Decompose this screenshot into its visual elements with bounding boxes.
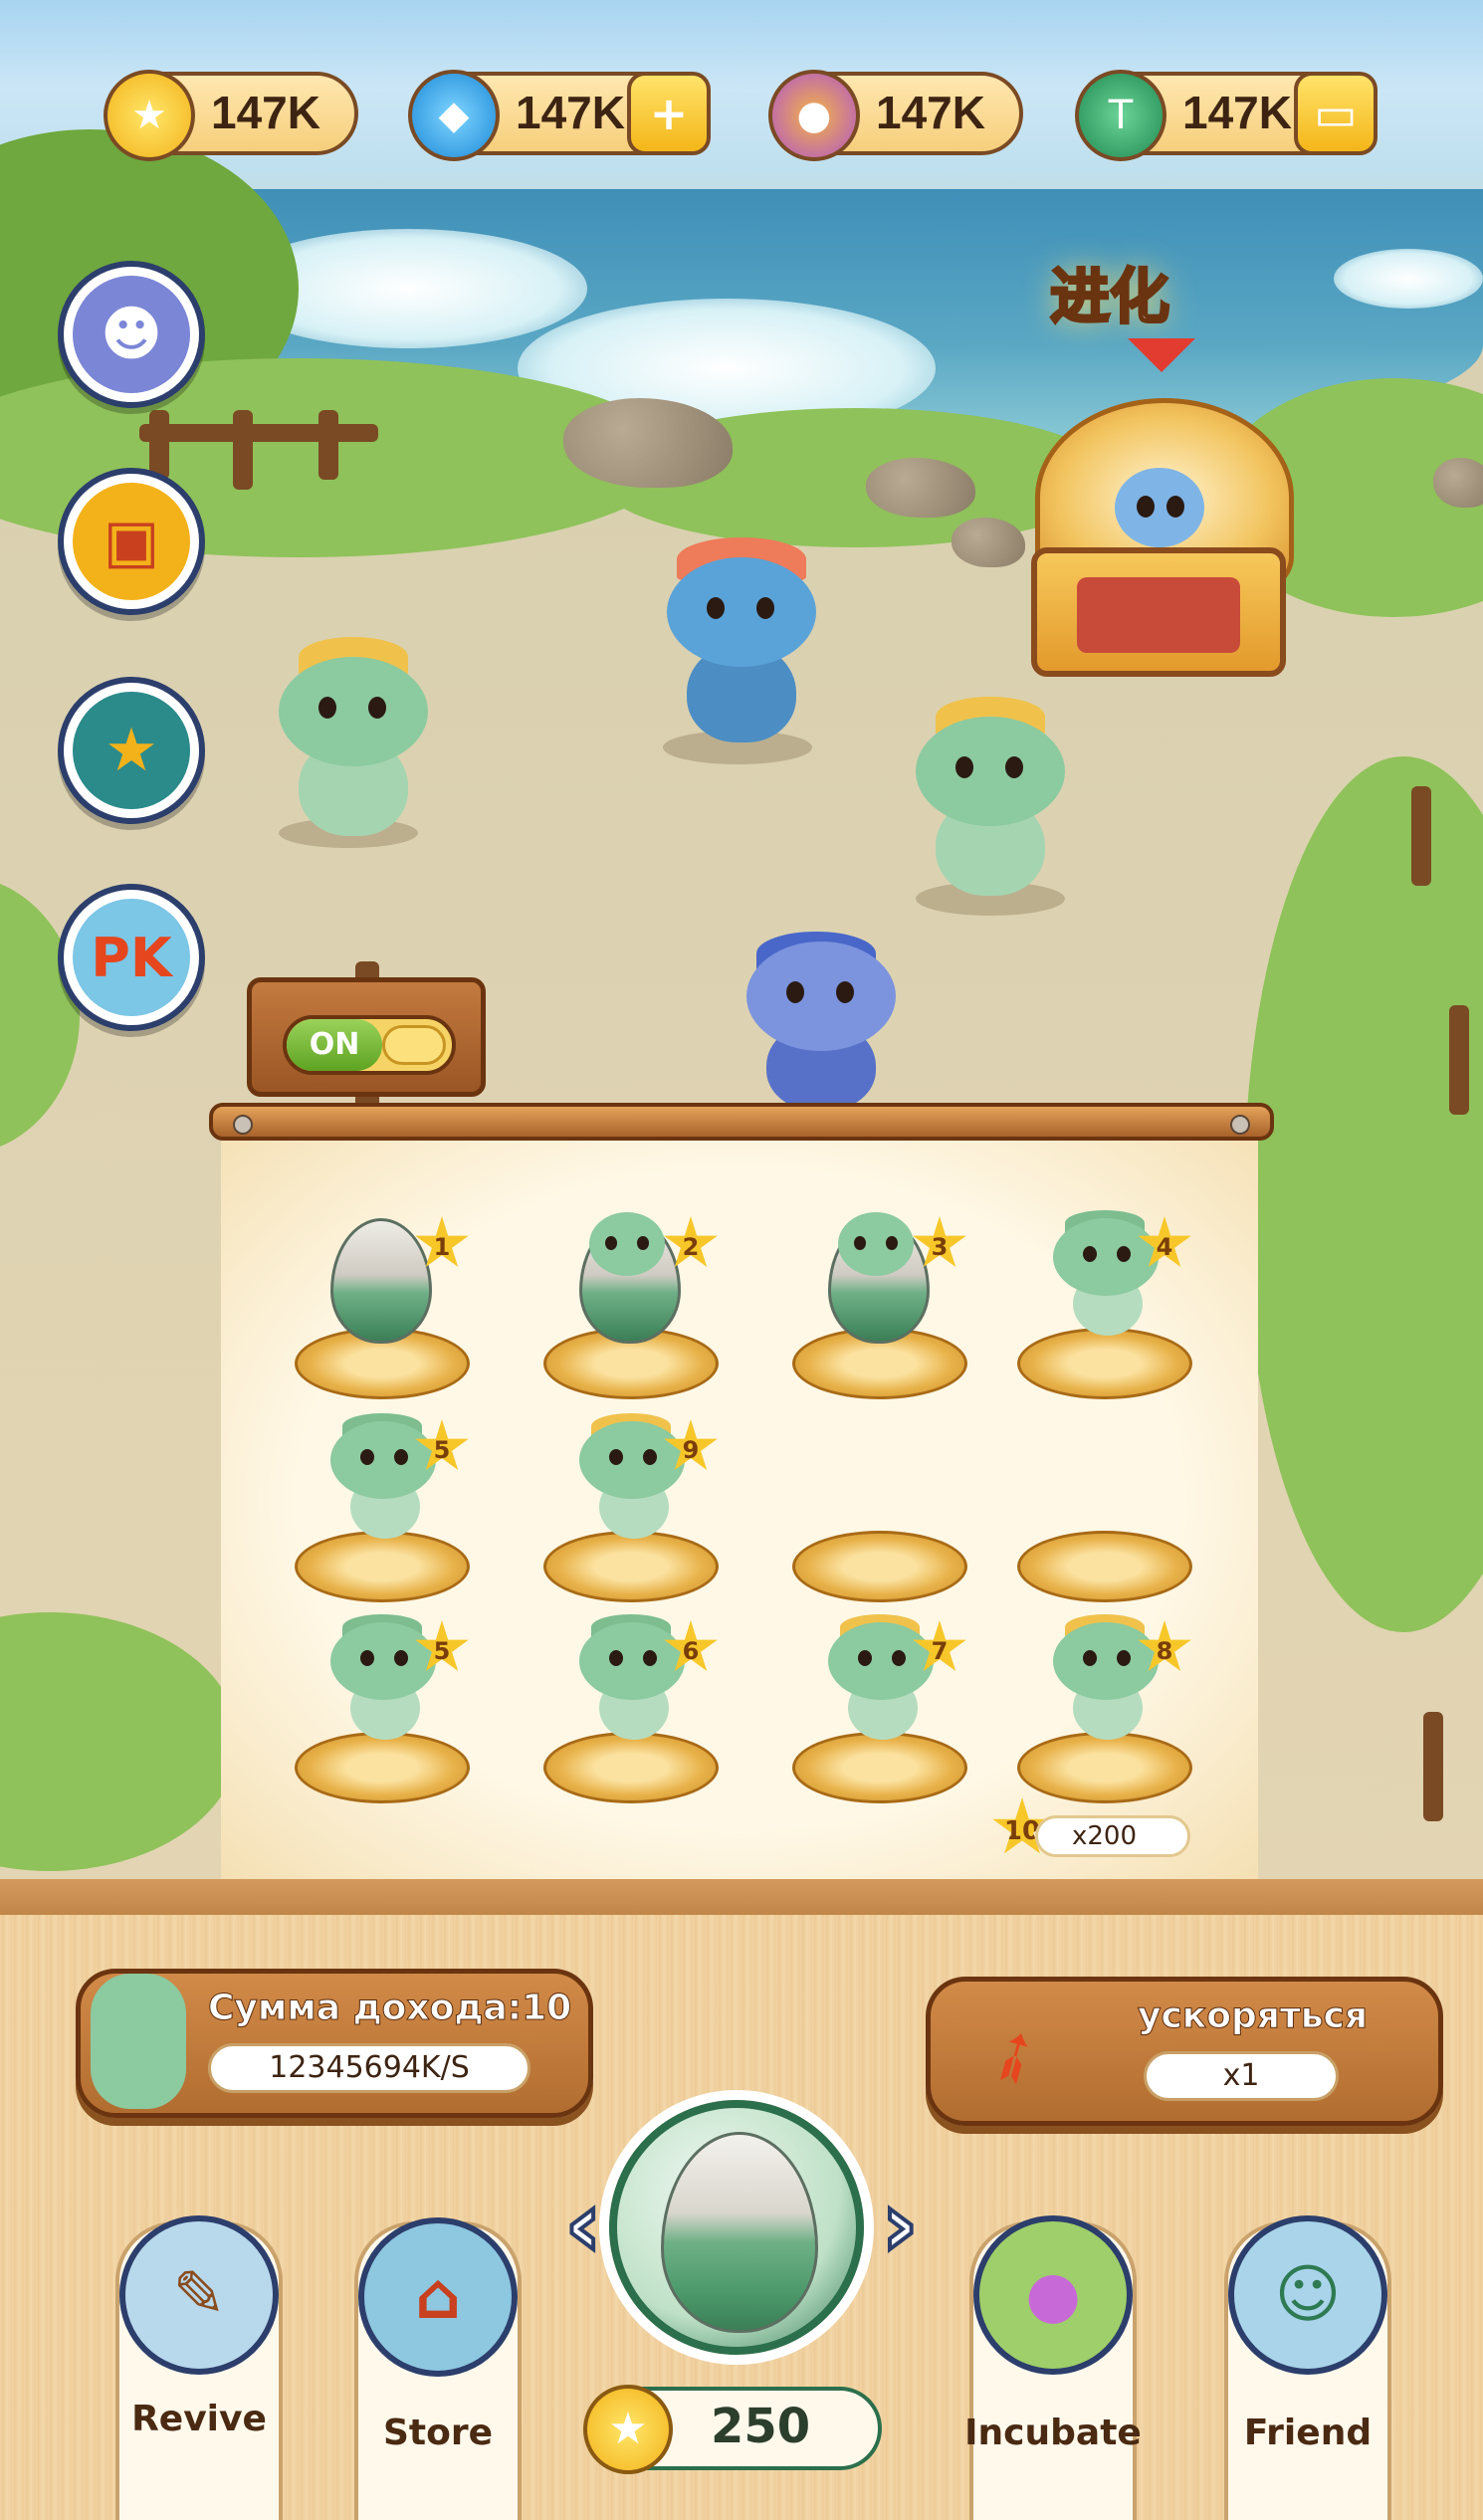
grass-patch <box>0 1612 239 1871</box>
grass-patch <box>1244 756 1483 1632</box>
hatch-price-value: 250 <box>711 2399 811 2454</box>
pk-button[interactable]: PK <box>58 884 205 1031</box>
prev-egg-button[interactable]: ‹ <box>553 2179 613 2272</box>
speed-title: ускоряться <box>1138 1995 1369 2037</box>
evolve-chest[interactable] <box>1031 547 1286 677</box>
nav-store-label: Store <box>382 2413 494 2453</box>
gold-coin-icon: ★ <box>583 2385 673 2474</box>
gold-coin-icon: ★ <box>104 70 195 161</box>
nav-revive-label: Revive <box>131 2399 267 2439</box>
nest-slot[interactable] <box>543 1732 719 1803</box>
book-icon: ▣ <box>73 483 190 600</box>
empty-nest-slot[interactable] <box>792 1531 967 1602</box>
evolve-arrow-icon <box>1128 338 1195 372</box>
nest-slot[interactable] <box>295 1732 470 1803</box>
book-button[interactable]: ▣ <box>58 468 205 615</box>
nest-slot[interactable] <box>792 1732 967 1803</box>
tether-counter: T 147K ▭ <box>1075 70 1377 161</box>
nest-slot[interactable] <box>543 1531 719 1602</box>
dragon-coin-value: 147K <box>876 87 985 138</box>
shop-icon: ⌂ <box>358 2217 518 2377</box>
auto-merge-toggle[interactable]: ON <box>283 1015 456 1075</box>
merge-counter: x200 <box>1035 1815 1190 1857</box>
fence-rail <box>139 424 378 442</box>
hatch-price[interactable]: ★ 250 <box>583 2385 882 2474</box>
tether-icon: T <box>1075 70 1166 161</box>
pk-icon: PK <box>73 899 190 1016</box>
nest-slot[interactable] <box>295 1531 470 1602</box>
nest-slot[interactable] <box>1017 1732 1192 1803</box>
nav-incubate-label: Incubate <box>964 2413 1142 2453</box>
fence-post <box>1411 786 1431 886</box>
hatch-egg-button[interactable] <box>609 2100 864 2355</box>
egg-icon <box>661 2132 818 2333</box>
dragon-face-icon: ☻ <box>73 276 190 393</box>
scroll-quill-icon: ✎ <box>119 2215 279 2375</box>
star-badge-icon: ★ <box>73 692 190 809</box>
next-egg-button[interactable]: › <box>870 2179 930 2272</box>
tether-value: 147K <box>1182 87 1292 138</box>
rocket-icon: ➶ <box>967 2005 1060 2107</box>
toggle-knob <box>382 1025 446 1065</box>
dragon-coin-icon: ● <box>768 70 860 161</box>
income-title: Сумма дохода:10 <box>207 1988 572 2029</box>
gold-value: 147K <box>211 87 320 138</box>
income-rate: 12345694K/S <box>208 2043 530 2093</box>
add-gem-button[interactable]: + <box>627 72 711 155</box>
gold-counter: ★ 147K <box>104 70 358 161</box>
speed-multiplier: x1 <box>1144 2051 1339 2101</box>
fence-post <box>1423 1712 1443 1821</box>
nav-friend-label: Friend <box>1243 2413 1373 2453</box>
fence-post <box>149 410 169 480</box>
scroll-rod-top <box>209 1103 1274 1141</box>
friends-icon: ☺ <box>1228 2215 1387 2375</box>
evolve-label[interactable]: 进化 <box>1035 249 1184 335</box>
dragon-avatar-button[interactable]: ☻ <box>58 261 205 408</box>
nest-eggs-icon: ● <box>973 2215 1133 2375</box>
income-panel: Сумма дохода:10 12345694K/S <box>76 1969 593 2118</box>
wave <box>1334 249 1483 309</box>
fence-post <box>1449 1005 1469 1115</box>
wallet-button[interactable]: ▭ <box>1294 72 1377 155</box>
fence-post <box>318 410 338 480</box>
dragon-coin-counter: ● 147K <box>768 70 1023 161</box>
panel-edge <box>0 1879 1483 1915</box>
empty-nest-slot[interactable] <box>1017 1531 1192 1602</box>
fence-post <box>233 410 253 490</box>
grass-patch <box>0 876 80 1155</box>
gem-counter: ◆ 147K + <box>408 70 711 161</box>
nest-slot[interactable] <box>1017 1328 1192 1399</box>
gem-icon: ◆ <box>408 70 500 161</box>
toggle-on-label: ON <box>287 1019 382 1071</box>
speed-up-button[interactable]: ➶ ускоряться x1 <box>926 1977 1443 2126</box>
gem-value: 147K <box>516 87 625 138</box>
income-dragon-icon <box>91 1974 186 2109</box>
badge-button[interactable]: ★ <box>58 677 205 824</box>
